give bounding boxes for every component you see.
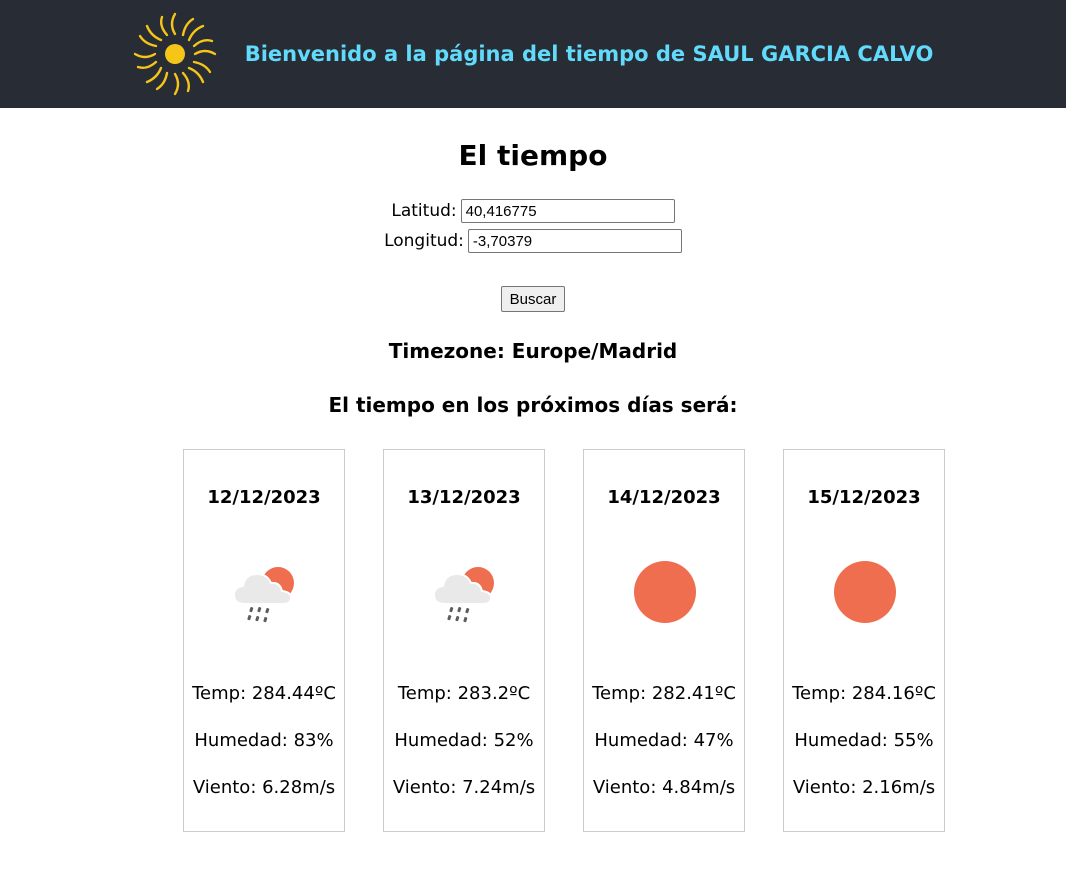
card-date: 14/12/2023 (607, 487, 721, 508)
card-wind: Viento: 4.84m/s (592, 777, 736, 798)
card-date: 12/12/2023 (207, 487, 321, 508)
timezone-label: Timezone: Europe/Madrid (388, 339, 678, 363)
page-title: El tiempo (458, 139, 608, 172)
rain-cloud-sun-icon (232, 567, 294, 623)
main-content: El tiempo Latitud: Longitud: Buscar Time… (0, 138, 1066, 420)
card-temp: Temp: 284.44ºC (192, 683, 336, 704)
card-temp: Temp: 283.2ºC (397, 683, 531, 704)
card-temp: Temp: 282.41ºC (592, 683, 736, 704)
card-humidity: Humedad: 52% (394, 730, 534, 751)
card-humidity: Humedad: 47% (594, 730, 734, 751)
header-content: Bienvenido a la página del tiempo de SAU… (133, 12, 934, 96)
longitude-row: Longitud: (0, 226, 1066, 256)
card-wind: Viento: 7.24m/s (392, 777, 536, 798)
forecast-cards: 12/12/2023 Temp: 284.44ºC Humedad: 83% V… (183, 449, 945, 832)
card-date: 13/12/2023 (407, 487, 521, 508)
search-button-wrap: Buscar (0, 286, 1066, 312)
sun-icon (133, 12, 216, 96)
forecast-title: El tiempo en los próximos días será: (328, 393, 738, 417)
forecast-card: 15/12/2023 Temp: 284.16ºC Humedad: 55% V… (783, 449, 945, 832)
sun-icon (834, 561, 896, 623)
card-date: 15/12/2023 (807, 487, 921, 508)
sun-icon (634, 561, 696, 623)
search-form: Latitud: Longitud: Buscar (0, 196, 1066, 312)
longitude-input[interactable] (467, 229, 682, 253)
longitude-label: Longitud: (384, 231, 464, 251)
card-wind: Viento: 6.28m/s (192, 777, 336, 798)
forecast-card: 12/12/2023 Temp: 284.44ºC Humedad: 83% V… (183, 449, 345, 832)
rain-cloud-sun-icon (432, 567, 494, 623)
card-humidity: Humedad: 83% (194, 730, 334, 751)
search-button[interactable]: Buscar (500, 286, 566, 312)
forecast-card: 14/12/2023 Temp: 282.41ºC Humedad: 47% V… (583, 449, 745, 832)
latitude-input[interactable] (460, 199, 675, 223)
latitude-label: Latitud: (391, 201, 457, 221)
latitude-row: Latitud: (0, 196, 1066, 226)
forecast-card: 13/12/2023 Temp: 283.2ºC Humedad: 52% Vi… (383, 449, 545, 832)
card-humidity: Humedad: 55% (794, 730, 934, 751)
header-title: Bienvenido a la página del tiempo de SAU… (244, 42, 934, 66)
card-wind: Viento: 2.16m/s (792, 777, 936, 798)
card-temp: Temp: 284.16ºC (792, 683, 936, 704)
header-bar: Bienvenido a la página del tiempo de SAU… (0, 0, 1066, 108)
